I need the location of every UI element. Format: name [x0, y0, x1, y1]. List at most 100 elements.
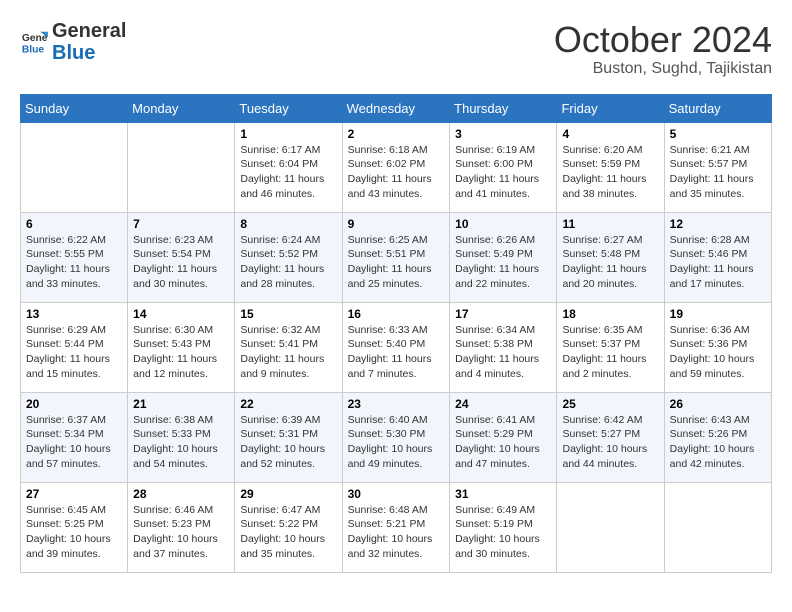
day-info: Sunrise: 6:21 AM Sunset: 5:57 PM Dayligh…	[670, 144, 754, 200]
day-info: Sunrise: 6:46 AM Sunset: 5:23 PM Dayligh…	[133, 504, 218, 560]
day-number: 31	[455, 487, 551, 501]
calendar-cell: 25 Sunrise: 6:42 AM Sunset: 5:27 PM Dayl…	[557, 392, 664, 482]
day-info: Sunrise: 6:33 AM Sunset: 5:40 PM Dayligh…	[348, 324, 432, 380]
day-number: 1	[240, 127, 336, 141]
day-info: Sunrise: 6:27 AM Sunset: 5:48 PM Dayligh…	[562, 234, 646, 290]
day-info: Sunrise: 6:38 AM Sunset: 5:33 PM Dayligh…	[133, 414, 218, 470]
day-info: Sunrise: 6:45 AM Sunset: 5:25 PM Dayligh…	[26, 504, 111, 560]
day-number: 17	[455, 307, 551, 321]
day-number: 27	[26, 487, 122, 501]
day-number: 21	[133, 397, 229, 411]
day-number: 7	[133, 217, 229, 231]
calendar-cell: 3 Sunrise: 6:19 AM Sunset: 6:00 PM Dayli…	[450, 122, 557, 212]
weekday-header: Wednesday	[342, 94, 450, 122]
calendar-week-row: 13 Sunrise: 6:29 AM Sunset: 5:44 PM Dayl…	[21, 302, 772, 392]
day-info: Sunrise: 6:29 AM Sunset: 5:44 PM Dayligh…	[26, 324, 110, 380]
calendar-cell: 19 Sunrise: 6:36 AM Sunset: 5:36 PM Dayl…	[664, 302, 771, 392]
day-number: 22	[240, 397, 336, 411]
calendar-cell: 16 Sunrise: 6:33 AM Sunset: 5:40 PM Dayl…	[342, 302, 450, 392]
day-number: 26	[670, 397, 766, 411]
day-number: 4	[562, 127, 658, 141]
calendar-cell: 6 Sunrise: 6:22 AM Sunset: 5:55 PM Dayli…	[21, 212, 128, 302]
logo-icon: General Blue	[20, 28, 48, 56]
day-info: Sunrise: 6:47 AM Sunset: 5:22 PM Dayligh…	[240, 504, 325, 560]
day-info: Sunrise: 6:43 AM Sunset: 5:26 PM Dayligh…	[670, 414, 755, 470]
calendar-cell: 22 Sunrise: 6:39 AM Sunset: 5:31 PM Dayl…	[235, 392, 342, 482]
calendar-cell	[664, 482, 771, 572]
day-info: Sunrise: 6:48 AM Sunset: 5:21 PM Dayligh…	[348, 504, 433, 560]
day-info: Sunrise: 6:42 AM Sunset: 5:27 PM Dayligh…	[562, 414, 647, 470]
calendar-cell	[557, 482, 664, 572]
calendar-week-row: 20 Sunrise: 6:37 AM Sunset: 5:34 PM Dayl…	[21, 392, 772, 482]
calendar-cell: 1 Sunrise: 6:17 AM Sunset: 6:04 PM Dayli…	[235, 122, 342, 212]
day-number: 16	[348, 307, 445, 321]
day-number: 18	[562, 307, 658, 321]
calendar-cell: 10 Sunrise: 6:26 AM Sunset: 5:49 PM Dayl…	[450, 212, 557, 302]
day-number: 10	[455, 217, 551, 231]
day-number: 3	[455, 127, 551, 141]
day-number: 11	[562, 217, 658, 231]
calendar-cell: 15 Sunrise: 6:32 AM Sunset: 5:41 PM Dayl…	[235, 302, 342, 392]
day-info: Sunrise: 6:37 AM Sunset: 5:34 PM Dayligh…	[26, 414, 111, 470]
calendar-cell: 9 Sunrise: 6:25 AM Sunset: 5:51 PM Dayli…	[342, 212, 450, 302]
calendar-cell	[128, 122, 235, 212]
calendar-cell: 11 Sunrise: 6:27 AM Sunset: 5:48 PM Dayl…	[557, 212, 664, 302]
calendar-cell: 17 Sunrise: 6:34 AM Sunset: 5:38 PM Dayl…	[450, 302, 557, 392]
day-info: Sunrise: 6:36 AM Sunset: 5:36 PM Dayligh…	[670, 324, 755, 380]
calendar-cell: 20 Sunrise: 6:37 AM Sunset: 5:34 PM Dayl…	[21, 392, 128, 482]
day-info: Sunrise: 6:30 AM Sunset: 5:43 PM Dayligh…	[133, 324, 217, 380]
calendar-cell: 2 Sunrise: 6:18 AM Sunset: 6:02 PM Dayli…	[342, 122, 450, 212]
day-info: Sunrise: 6:17 AM Sunset: 6:04 PM Dayligh…	[240, 144, 324, 200]
calendar-cell: 4 Sunrise: 6:20 AM Sunset: 5:59 PM Dayli…	[557, 122, 664, 212]
weekday-row: SundayMondayTuesdayWednesdayThursdayFrid…	[21, 94, 772, 122]
calendar-cell: 18 Sunrise: 6:35 AM Sunset: 5:37 PM Dayl…	[557, 302, 664, 392]
weekday-header: Friday	[557, 94, 664, 122]
day-info: Sunrise: 6:34 AM Sunset: 5:38 PM Dayligh…	[455, 324, 539, 380]
day-info: Sunrise: 6:39 AM Sunset: 5:31 PM Dayligh…	[240, 414, 325, 470]
calendar-cell: 24 Sunrise: 6:41 AM Sunset: 5:29 PM Dayl…	[450, 392, 557, 482]
day-number: 14	[133, 307, 229, 321]
calendar-cell: 29 Sunrise: 6:47 AM Sunset: 5:22 PM Dayl…	[235, 482, 342, 572]
logo-general: General	[52, 20, 126, 42]
calendar-week-row: 1 Sunrise: 6:17 AM Sunset: 6:04 PM Dayli…	[21, 122, 772, 212]
day-number: 20	[26, 397, 122, 411]
weekday-header: Monday	[128, 94, 235, 122]
day-number: 6	[26, 217, 122, 231]
weekday-header: Sunday	[21, 94, 128, 122]
title-block: October 2024 Buston, Sughd, Tajikistan	[554, 20, 772, 78]
day-number: 30	[348, 487, 445, 501]
day-info: Sunrise: 6:35 AM Sunset: 5:37 PM Dayligh…	[562, 324, 646, 380]
calendar-cell: 12 Sunrise: 6:28 AM Sunset: 5:46 PM Dayl…	[664, 212, 771, 302]
calendar-cell: 31 Sunrise: 6:49 AM Sunset: 5:19 PM Dayl…	[450, 482, 557, 572]
month-title: October 2024	[554, 20, 772, 60]
calendar-cell	[21, 122, 128, 212]
day-number: 28	[133, 487, 229, 501]
day-info: Sunrise: 6:19 AM Sunset: 6:00 PM Dayligh…	[455, 144, 539, 200]
page-header: General Blue General Blue October 2024 B…	[20, 20, 772, 78]
calendar-cell: 5 Sunrise: 6:21 AM Sunset: 5:57 PM Dayli…	[664, 122, 771, 212]
calendar-cell: 8 Sunrise: 6:24 AM Sunset: 5:52 PM Dayli…	[235, 212, 342, 302]
day-info: Sunrise: 6:22 AM Sunset: 5:55 PM Dayligh…	[26, 234, 110, 290]
calendar-cell: 27 Sunrise: 6:45 AM Sunset: 5:25 PM Dayl…	[21, 482, 128, 572]
day-number: 23	[348, 397, 445, 411]
day-number: 29	[240, 487, 336, 501]
svg-text:Blue: Blue	[22, 44, 45, 55]
day-number: 24	[455, 397, 551, 411]
calendar-cell: 7 Sunrise: 6:23 AM Sunset: 5:54 PM Dayli…	[128, 212, 235, 302]
svg-text:General: General	[22, 33, 48, 44]
day-number: 5	[670, 127, 766, 141]
weekday-header: Tuesday	[235, 94, 342, 122]
day-number: 19	[670, 307, 766, 321]
calendar-body: 1 Sunrise: 6:17 AM Sunset: 6:04 PM Dayli…	[21, 122, 772, 572]
day-info: Sunrise: 6:40 AM Sunset: 5:30 PM Dayligh…	[348, 414, 433, 470]
day-info: Sunrise: 6:23 AM Sunset: 5:54 PM Dayligh…	[133, 234, 217, 290]
day-info: Sunrise: 6:18 AM Sunset: 6:02 PM Dayligh…	[348, 144, 432, 200]
calendar-week-row: 6 Sunrise: 6:22 AM Sunset: 5:55 PM Dayli…	[21, 212, 772, 302]
day-number: 8	[240, 217, 336, 231]
day-number: 15	[240, 307, 336, 321]
calendar-cell: 30 Sunrise: 6:48 AM Sunset: 5:21 PM Dayl…	[342, 482, 450, 572]
day-info: Sunrise: 6:32 AM Sunset: 5:41 PM Dayligh…	[240, 324, 324, 380]
calendar-cell: 21 Sunrise: 6:38 AM Sunset: 5:33 PM Dayl…	[128, 392, 235, 482]
calendar-cell: 13 Sunrise: 6:29 AM Sunset: 5:44 PM Dayl…	[21, 302, 128, 392]
calendar-week-row: 27 Sunrise: 6:45 AM Sunset: 5:25 PM Dayl…	[21, 482, 772, 572]
